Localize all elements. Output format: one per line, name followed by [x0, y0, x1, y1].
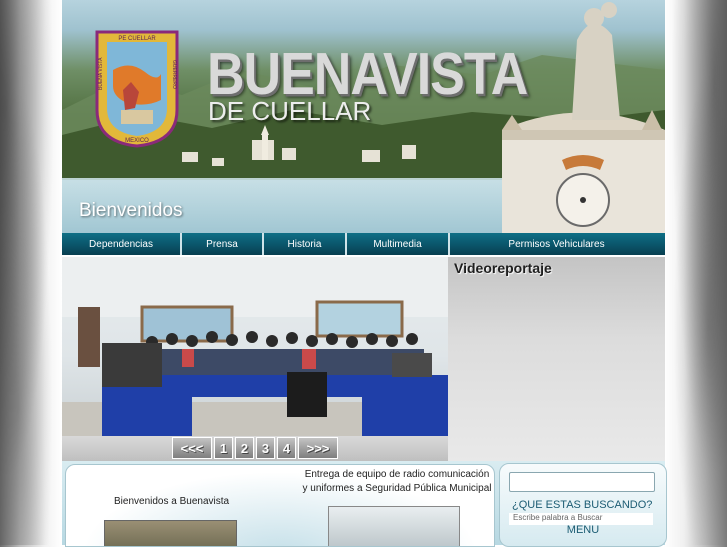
pager-page-3[interactable]: 3 [256, 437, 275, 459]
slideshow-pager: <<< 1 2 3 4 >>> [172, 437, 338, 459]
video-panel: Videoreportaje [448, 257, 665, 461]
news-panel: Bienvenidos a Buenavista Entrega de equi… [65, 464, 495, 547]
crest-top-text: PE CUELLAR [118, 36, 156, 42]
news-left-thumbnail[interactable] [104, 520, 237, 546]
pager-page-4[interactable]: 4 [277, 437, 296, 459]
news-right-heading[interactable]: Entrega de equipo de radio comunicación … [302, 468, 492, 496]
header-banner: PE CUELLAR MEXICO BUENA VISTA GUERRERO B… [62, 0, 665, 233]
right-background [664, 0, 727, 545]
slideshow-image [62, 257, 448, 437]
church-statue-image [502, 2, 665, 233]
menu-label[interactable]: MENU [500, 524, 666, 536]
pager-page-1[interactable]: 1 [214, 437, 233, 459]
site-subtitle: DE CUELLAR [208, 96, 372, 126]
nav-item-permisos-vehiculares[interactable]: Permisos Vehiculares [450, 233, 663, 255]
search-label: ¿QUE ESTAS BUSCANDO? [512, 499, 653, 511]
search-box: ¿QUE ESTAS BUSCANDO? Escribe palabra a B… [499, 463, 667, 547]
nav-item-prensa[interactable]: Prensa [182, 233, 264, 255]
page: PE CUELLAR MEXICO BUENA VISTA GUERRERO B… [62, 0, 667, 547]
news-right-thumbnail[interactable] [328, 506, 460, 546]
main-navigation: Dependencias Prensa Historia Multimedia … [62, 233, 665, 255]
crest-bottom-text: MEXICO [125, 138, 149, 144]
pager-previous-button[interactable]: <<< [172, 437, 212, 459]
event-photo [62, 257, 448, 437]
pager-next-button[interactable]: >>> [298, 437, 338, 459]
nav-item-historia[interactable]: Historia [264, 233, 347, 255]
welcome-text: Bienvenidos [79, 200, 183, 221]
left-background [0, 0, 62, 545]
nav-item-multimedia[interactable]: Multimedia [347, 233, 450, 255]
municipal-crest-icon: PE CUELLAR MEXICO BUENA VISTA GUERRERO [95, 30, 179, 148]
nav-item-dependencias[interactable]: Dependencias [62, 233, 182, 255]
crest-right-text: GUERRERO [171, 60, 177, 89]
pager-page-2[interactable]: 2 [235, 437, 254, 459]
video-title: Videoreportaje [454, 260, 552, 276]
search-input[interactable] [509, 472, 655, 492]
crest-left-text: BUENA VISTA [98, 57, 104, 90]
news-left-heading[interactable]: Bienvenidos a Buenavista [114, 496, 229, 507]
